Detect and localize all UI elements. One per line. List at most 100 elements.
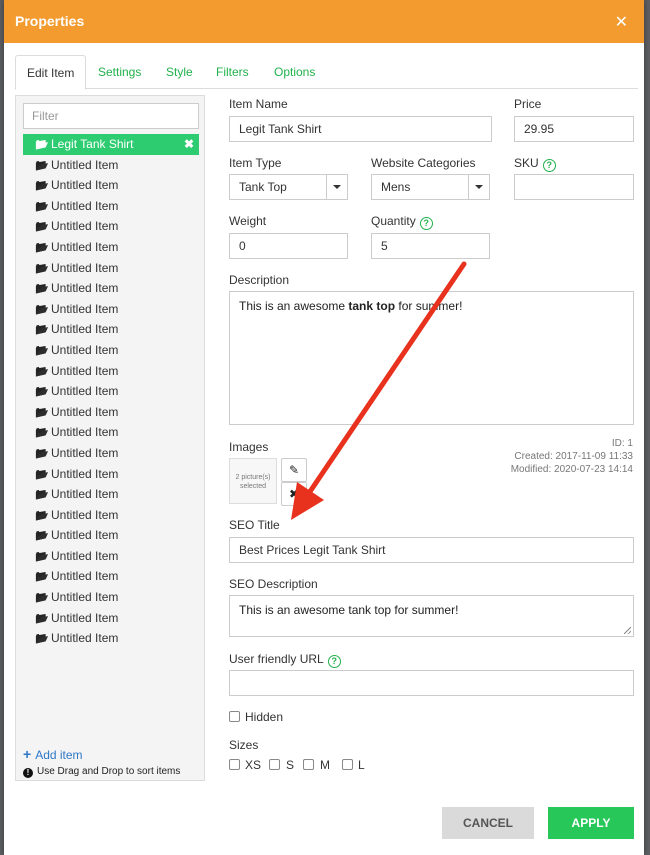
list-item-label: Untitled Item xyxy=(51,260,119,275)
price-label: Price xyxy=(514,97,542,111)
item-name-input[interactable]: Legit Tank Shirt xyxy=(229,116,492,142)
item-type-label: Item Type xyxy=(229,156,282,170)
list-item[interactable]: 📂 Untitled Item xyxy=(23,237,199,258)
list-item-label: Untitled Item xyxy=(51,157,119,172)
chevron-down-icon xyxy=(468,175,489,199)
tab-edit-item[interactable]: Edit Item xyxy=(15,55,87,90)
tab-settings[interactable]: Settings xyxy=(98,55,141,89)
list-item[interactable]: 📂 Untitled Item xyxy=(23,587,199,608)
list-item-label: Untitled Item xyxy=(51,239,119,254)
folder-open-icon: 📂 xyxy=(35,633,49,646)
list-item-label: Untitled Item xyxy=(51,569,119,584)
website-categories-select[interactable]: Mens xyxy=(371,174,490,200)
list-item[interactable]: 📂 Untitled Item xyxy=(23,546,199,567)
add-item-button[interactable]: + Add item xyxy=(23,746,83,762)
tab-filters[interactable]: Filters xyxy=(216,55,249,89)
list-item-label: Untitled Item xyxy=(51,384,119,399)
list-item[interactable]: 📂 Untitled Item xyxy=(23,196,199,217)
list-item[interactable]: 📂 Untitled Item xyxy=(23,381,199,402)
help-icon[interactable]: ? xyxy=(542,159,556,172)
list-item[interactable]: 📂 Untitled Item xyxy=(23,175,199,196)
item-list: 📂 Legit Tank Shirt ✖ 📂 Untitled Item 📂 Untitle… xyxy=(23,134,199,649)
images-label: Images xyxy=(229,440,269,454)
help-icon[interactable]: ? xyxy=(419,217,433,230)
item-type-select[interactable]: Tank Top xyxy=(229,174,348,200)
folder-open-icon: 📂 xyxy=(35,221,49,234)
folder-open-icon: 📂 xyxy=(35,139,49,151)
tab-style[interactable]: Style xyxy=(166,55,193,89)
list-item[interactable]: 📂 Untitled Item xyxy=(23,402,199,423)
list-item-label: Untitled Item xyxy=(51,219,119,234)
website-categories-label: Website Categories xyxy=(371,156,476,170)
weight-label: Weight xyxy=(229,214,267,228)
resize-handle-icon[interactable] xyxy=(624,627,631,634)
plus-icon: + xyxy=(23,746,32,762)
size-s-checkbox[interactable] xyxy=(269,759,280,770)
list-item[interactable]: 📂 Untitled Item xyxy=(23,525,199,546)
user-url-label: User friendly URL? xyxy=(229,652,341,668)
seo-description-value: This is an awesome tank top for summer! xyxy=(239,603,459,617)
list-item-label: Untitled Item xyxy=(51,322,119,337)
apply-button[interactable]: APPLY xyxy=(548,807,634,839)
folder-open-icon: 📂 xyxy=(35,180,49,193)
list-item-label: Untitled Item xyxy=(51,404,119,419)
image-thumbnail[interactable]: 2 picture(s) selected xyxy=(229,458,277,504)
folder-open-icon: 📂 xyxy=(35,592,49,605)
sort-hint: ! Use Drag and Drop to sort items xyxy=(23,766,180,778)
list-item[interactable]: 📂 Untitled Item xyxy=(23,340,199,361)
close-icon[interactable]: ✕ xyxy=(615,12,628,32)
size-xs-checkbox[interactable] xyxy=(229,759,240,770)
list-item-label: Untitled Item xyxy=(51,301,119,316)
user-url-input[interactable] xyxy=(229,670,634,696)
list-item[interactable]: 📂 Untitled Item xyxy=(23,319,199,340)
list-item-label: Untitled Item xyxy=(51,198,119,213)
price-input[interactable]: 29.95 xyxy=(514,116,634,142)
tab-options[interactable]: Options xyxy=(274,55,315,89)
hidden-checkbox[interactable] xyxy=(229,711,240,722)
weight-input[interactable]: 0 xyxy=(229,233,348,259)
quantity-label: Quantity? xyxy=(371,214,433,230)
list-item[interactable]: 📂 Untitled Item xyxy=(23,155,199,176)
seo-title-input[interactable]: Best Prices Legit Tank Shirt xyxy=(229,537,634,563)
list-item[interactable]: 📂 Untitled Item xyxy=(23,278,199,299)
filter-input[interactable] xyxy=(23,103,199,129)
folder-open-icon: 📂 xyxy=(35,406,49,419)
website-categories-value: Mens xyxy=(381,180,411,194)
list-item-label: Untitled Item xyxy=(51,631,119,646)
item-id: ID: 1 xyxy=(611,438,633,449)
description-editor[interactable]: This is an awesome tank top for summer! xyxy=(229,291,634,425)
chevron-down-icon xyxy=(326,175,347,199)
folder-open-icon: 📂 xyxy=(35,427,49,440)
list-item[interactable]: 📂 Untitled Item xyxy=(23,361,199,382)
list-item[interactable]: 📂 Untitled Item xyxy=(23,422,199,443)
list-item[interactable]: 📂 Untitled Item xyxy=(23,608,199,629)
tab-bar: Edit Item Settings Style Filters Options xyxy=(4,55,644,90)
help-icon[interactable]: ? xyxy=(327,655,341,668)
list-item[interactable]: 📂 Untitled Item xyxy=(23,216,199,237)
list-item[interactable]: 📂 Untitled Item xyxy=(23,443,199,464)
list-item[interactable]: 📂 Untitled Item xyxy=(23,258,199,279)
quantity-input[interactable]: 5 xyxy=(371,233,490,259)
list-item-selected[interactable]: 📂 Legit Tank Shirt ✖ xyxy=(23,134,199,155)
size-m-checkbox[interactable] xyxy=(303,759,314,770)
list-item[interactable]: 📂 Untitled Item xyxy=(23,464,199,485)
cancel-button[interactable]: CANCEL xyxy=(442,807,534,839)
list-item-label: Untitled Item xyxy=(51,548,119,563)
seo-description-textarea[interactable]: This is an awesome tank top for summer! xyxy=(229,595,634,637)
list-item[interactable]: 📂 Untitled Item xyxy=(23,505,199,526)
folder-open-icon: 📂 xyxy=(35,262,49,275)
list-item[interactable]: 📂 Untitled Item xyxy=(23,566,199,587)
remove-images-icon[interactable]: ✖ xyxy=(281,482,307,506)
folder-open-icon: 📂 xyxy=(35,447,49,460)
edit-pencil-icon[interactable]: ✎ xyxy=(281,458,307,482)
sku-input[interactable] xyxy=(514,174,634,200)
size-s-label: S xyxy=(286,758,295,772)
size-l-checkbox[interactable] xyxy=(342,759,353,770)
folder-open-icon: 📂 xyxy=(35,241,49,254)
remove-item-icon[interactable]: ✖ xyxy=(184,134,194,154)
list-item[interactable]: 📂 Untitled Item xyxy=(23,484,199,505)
list-item[interactable]: 📂 Untitled Item xyxy=(23,299,199,320)
sort-hint-text: Use Drag and Drop to sort items xyxy=(37,766,181,777)
list-item[interactable]: 📂 Untitled Item xyxy=(23,628,199,649)
sku-label: SKU? xyxy=(514,156,556,172)
